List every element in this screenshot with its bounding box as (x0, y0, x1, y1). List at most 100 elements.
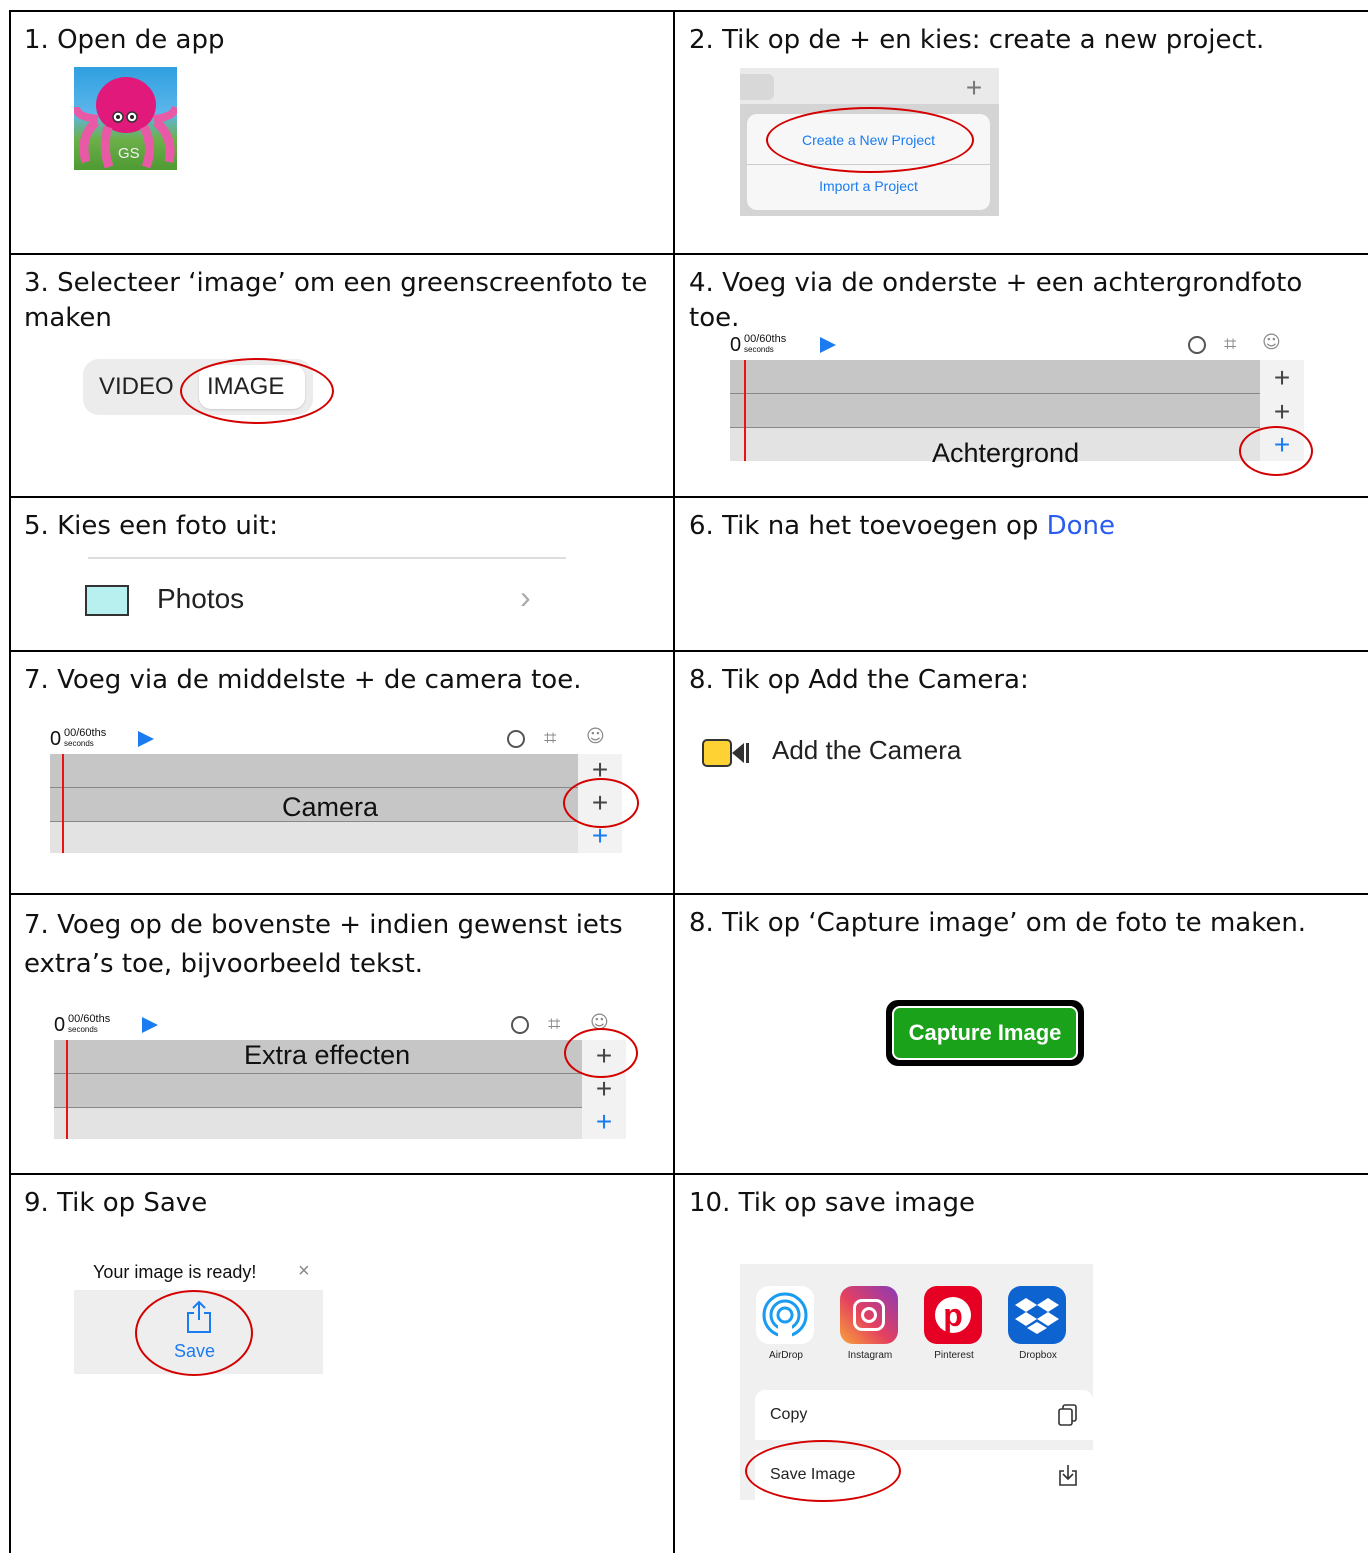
camera-icon (702, 739, 752, 769)
capture-button-frame: Capture Image (886, 1000, 1084, 1066)
play-icon[interactable] (142, 1017, 158, 1033)
crop-icon[interactable]: ⌗ (544, 728, 556, 750)
highlight-ellipse (766, 107, 974, 173)
step-title: 1. Open de app (24, 25, 225, 55)
step-12-cell: 10. Tik op save image AirDrop Instagram (675, 1174, 1368, 1553)
highlight-ellipse (564, 1028, 638, 1078)
toast-message: Your image is ready! (93, 1262, 257, 1282)
step-title: 5. Kies een foto uit: (24, 511, 278, 541)
lane-label: Achtergrond (932, 438, 1080, 468)
mask-icon[interactable]: ☺ (586, 728, 605, 746)
time-fraction: 00/60ths (744, 333, 787, 345)
play-icon[interactable] (138, 731, 154, 747)
close-icon[interactable]: × (298, 1260, 310, 1283)
timeline: 0 00/60ths seconds ⌗ ☺ + + + Camera (50, 726, 630, 858)
time-counter: 0 (730, 334, 742, 356)
playhead[interactable] (744, 360, 746, 461)
share-app-pinterest[interactable]: p Pinterest (924, 1286, 984, 1366)
dropbox-icon (1008, 1286, 1066, 1344)
time-fraction: 00/60ths (68, 1013, 111, 1025)
capture-image-button[interactable]: Capture Image (892, 1006, 1078, 1060)
playhead[interactable] (66, 1040, 68, 1139)
lane-label: Extra effecten (244, 1040, 411, 1070)
airdrop-icon (756, 1286, 814, 1344)
share-app-label: AirDrop (769, 1350, 803, 1361)
step-title: 7. Voeg op de bovenste + indien gewenst … (24, 910, 623, 979)
step-9-cell: 7. Voeg op de bovenste + indien gewenst … (10, 894, 673, 1173)
import-project-item[interactable]: Import a Project (747, 178, 990, 194)
share-app-dropbox[interactable]: Dropbox (1008, 1286, 1068, 1366)
step-title: 3. Selecteer ‘image’ om een greenscreenf… (24, 268, 648, 333)
timeline: 0 00/60ths seconds ⌗ ☺ + + + Extra effec… (54, 1012, 634, 1144)
timeline-lane-top[interactable] (730, 360, 1260, 394)
record-icon[interactable] (511, 1016, 529, 1034)
step-title-text: 6. Tik na het toevoegen op (689, 511, 1047, 541)
highlight-ellipse (745, 1440, 901, 1502)
step-4-cell: 4. Voeg via de onderste + een achtergron… (675, 254, 1368, 496)
photos-item[interactable]: Photos (157, 583, 244, 615)
share-app-airdrop[interactable]: AirDrop (756, 1286, 816, 1366)
record-icon[interactable] (1188, 336, 1206, 354)
copy-label: Copy (770, 1406, 808, 1423)
add-middle-plus-icon[interactable]: + (592, 1075, 616, 1103)
step-title: 8. Tik op Add the Camera: (689, 665, 1029, 695)
time-unit: seconds (744, 345, 774, 354)
download-icon (1059, 1465, 1077, 1486)
copy-action[interactable]: Copy (755, 1390, 1093, 1440)
timeline-lane-middle[interactable] (730, 394, 1260, 428)
photos-icon (85, 585, 129, 616)
done-link: Done (1046, 511, 1116, 541)
pinterest-icon: p (924, 1286, 982, 1344)
timeline-lane-top[interactable] (50, 754, 578, 788)
mask-icon[interactable]: ☺ (1262, 334, 1281, 352)
time-fraction: 00/60ths (64, 727, 107, 739)
add-middle-plus-icon[interactable]: + (1270, 398, 1294, 426)
highlight-ellipse (180, 358, 334, 424)
time-counter: 0 (50, 728, 62, 750)
add-project-plus-icon[interactable]: + (962, 74, 986, 102)
step-1-cell: 1. Open de app GS (10, 11, 673, 253)
time-counter: 0 (54, 1014, 66, 1036)
add-camera-item[interactable]: Add the Camera (772, 735, 961, 766)
step-3-cell: 3. Selecteer ‘image’ om een greenscreenf… (10, 254, 673, 496)
time-unit: seconds (64, 739, 94, 748)
app-icon[interactable]: GS (74, 67, 177, 170)
list-divider (88, 557, 566, 559)
playhead[interactable] (62, 754, 64, 853)
highlight-ellipse (135, 1290, 253, 1376)
timeline: 0 00/60ths seconds ⌗ ☺ + + + Achtergrond (730, 332, 1310, 468)
step-title: 2. Tik op de + en kies: create a new pro… (689, 25, 1265, 55)
crop-icon[interactable]: ⌗ (548, 1014, 560, 1036)
step-10-cell: 8. Tik op ‘Capture image’ om de foto te … (675, 894, 1368, 1173)
step-2-cell: 2. Tik op de + en kies: create a new pro… (675, 11, 1368, 253)
share-app-label: Dropbox (1019, 1350, 1057, 1361)
chevron-right-icon: › (520, 579, 531, 615)
step-11-cell: 9. Tik op Save Your image is ready! × Sa… (10, 1174, 673, 1553)
step-title: 4. Voeg via de onderste + een achtergron… (689, 268, 1303, 333)
share-app-instagram[interactable]: Instagram (840, 1286, 900, 1366)
step-6-cell: 6. Tik na het toevoegen op Done (675, 497, 1368, 650)
step-5-cell: 5. Kies een foto uit: Photos › (10, 497, 673, 650)
time-unit: seconds (68, 1025, 98, 1034)
app-icon-label: GS (118, 145, 140, 162)
timeline-lane-middle[interactable] (54, 1074, 582, 1108)
instagram-icon (840, 1286, 898, 1344)
share-app-label: Pinterest (934, 1350, 974, 1361)
record-icon[interactable] (507, 730, 525, 748)
highlight-ellipse (563, 778, 639, 828)
copy-icon (1058, 1404, 1077, 1426)
step-title: 10. Tik op save image (689, 1188, 976, 1218)
add-top-plus-icon[interactable]: + (1270, 364, 1294, 392)
step-title: 6. Tik na het toevoegen op Done (689, 509, 1358, 544)
crop-icon[interactable]: ⌗ (1224, 334, 1236, 356)
step-title: 8. Tik op ‘Capture image’ om de foto te … (689, 908, 1307, 938)
lane-label: Camera (282, 792, 379, 822)
timeline-lane-bottom[interactable] (50, 822, 578, 853)
play-icon[interactable] (820, 337, 836, 353)
timeline-lane-bottom[interactable] (54, 1108, 582, 1139)
add-bottom-plus-icon[interactable]: + (592, 1108, 616, 1136)
step-title: 9. Tik op Save (24, 1188, 208, 1218)
share-app-label: Instagram (847, 1350, 893, 1361)
video-mode-option[interactable]: VIDEO (99, 373, 174, 401)
step-title: 7. Voeg via de middelste + de camera toe… (24, 665, 582, 695)
